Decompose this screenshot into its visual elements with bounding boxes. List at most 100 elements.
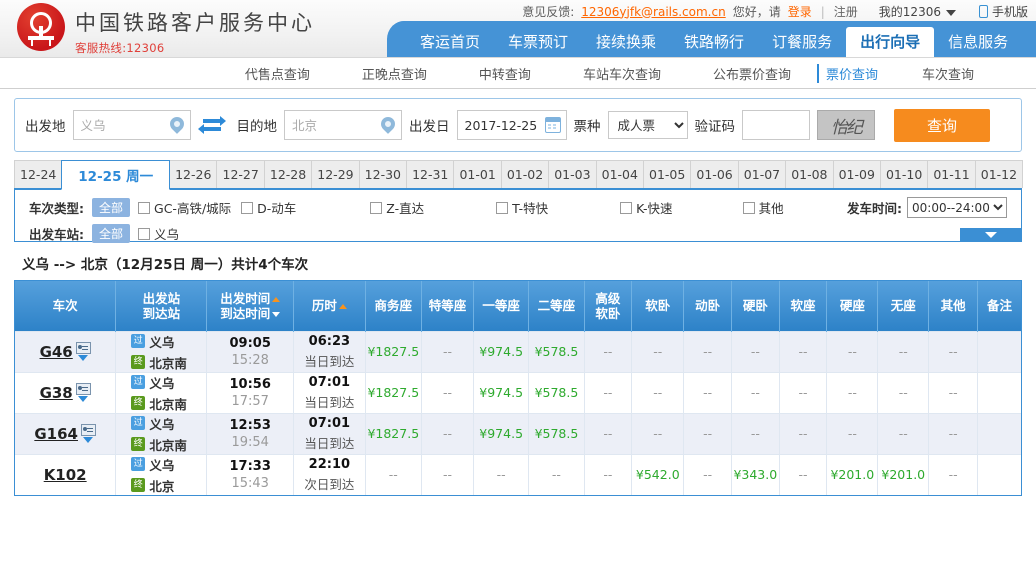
- subnav-item-6[interactable]: 车次查询: [896, 64, 1000, 83]
- swap-stations-button[interactable]: [197, 116, 226, 134]
- my12306-menu[interactable]: 我的12306: [879, 3, 956, 20]
- checkbox-icon[interactable]: [620, 201, 633, 214]
- to-station-field[interactable]: [284, 110, 402, 140]
- train-number-cell: G164: [15, 412, 116, 454]
- note-cell: [977, 412, 1021, 454]
- calendar-icon[interactable]: [544, 117, 561, 133]
- date-tab-16[interactable]: 01-09: [832, 160, 881, 188]
- date-tab-1[interactable]: 12-25 周一: [61, 160, 171, 190]
- date-tab-6[interactable]: 12-30: [358, 160, 408, 188]
- train-number-link[interactable]: G38: [40, 384, 73, 402]
- departure-time-select[interactable]: 00:00--24:0000:00--06:0006:00--12:0012:0…: [907, 197, 1007, 218]
- train-type-checkbox-3[interactable]: T-特快: [496, 198, 548, 217]
- fare-cell: --: [683, 412, 732, 454]
- depart-date-field[interactable]: [456, 110, 567, 140]
- feedback-email-link[interactable]: 12306yjfk@rails.com.cn: [581, 5, 725, 19]
- column-header-3[interactable]: 历时: [293, 281, 366, 331]
- checkbox-icon[interactable]: [742, 201, 755, 214]
- to-station-input[interactable]: [285, 111, 377, 139]
- id-card-icon[interactable]: [75, 342, 91, 354]
- date-tab-2[interactable]: 12-26: [169, 160, 218, 188]
- train-type-checkbox-5[interactable]: 其他: [742, 198, 784, 217]
- train-number-link[interactable]: K102: [44, 466, 87, 484]
- date-tab-14[interactable]: 01-07: [737, 160, 787, 188]
- date-tab-4[interactable]: 12-28: [263, 160, 313, 188]
- date-tab-11[interactable]: 01-04: [595, 160, 644, 188]
- subnav-item-3[interactable]: 车站车次查询: [557, 64, 687, 83]
- sort-desc-icon[interactable]: [272, 311, 281, 317]
- fare-cell: --: [730, 371, 780, 413]
- subnav-item-0[interactable]: 代售点查询: [219, 64, 336, 83]
- train-number-link[interactable]: G164: [34, 425, 78, 443]
- date-tab-19[interactable]: 01-12: [974, 160, 1024, 188]
- nav-item-5[interactable]: 出行向导: [846, 27, 935, 57]
- to-station-badge: 终: [131, 437, 146, 451]
- id-card-icon[interactable]: [75, 383, 91, 395]
- date-tab-10[interactable]: 01-03: [548, 160, 597, 188]
- checkbox-icon[interactable]: [241, 201, 254, 214]
- captcha-field[interactable]: [742, 110, 810, 140]
- column-header-14: 无座: [877, 281, 929, 331]
- train-type-checkbox-1[interactable]: D-动车: [241, 198, 296, 217]
- date-tab-15[interactable]: 01-08: [785, 160, 834, 188]
- nav-item-6[interactable]: 信息服务: [934, 27, 1022, 57]
- train-number-link[interactable]: G46: [40, 343, 73, 361]
- date-tab-13[interactable]: 01-06: [690, 160, 739, 188]
- depart-date-input[interactable]: [457, 111, 540, 139]
- checkbox-icon[interactable]: [138, 227, 151, 240]
- date-tab-12[interactable]: 01-05: [642, 160, 692, 188]
- subnav-item-1[interactable]: 正晚点查询: [336, 64, 453, 83]
- captcha-label: 验证码: [694, 119, 736, 135]
- train-type-checkbox-4[interactable]: K-快速: [620, 198, 673, 217]
- from-station-field[interactable]: [72, 110, 191, 140]
- query-button[interactable]: 查询: [894, 108, 990, 142]
- table-row: G38 过义乌终北京南 10:56 17:57 07:01 当日到达 ¥1827.5 -- ¥9…: [15, 371, 1021, 413]
- subnav-item-5[interactable]: 票价查询: [816, 63, 896, 83]
- collapse-filters-button[interactable]: [960, 228, 1022, 242]
- nav-item-4[interactable]: 订餐服务: [758, 27, 846, 57]
- date-tab-18[interactable]: 01-11: [927, 160, 976, 188]
- nav-item-3[interactable]: 铁路畅行: [670, 27, 758, 57]
- train-type-checkbox-2[interactable]: Z-直达: [370, 198, 424, 217]
- fare-cell: ¥974.5: [473, 330, 529, 372]
- expand-caret-icon[interactable]: [83, 437, 94, 443]
- captcha-input[interactable]: [743, 111, 805, 139]
- subnav-item-4[interactable]: 公布票价查询: [687, 64, 817, 83]
- login-link[interactable]: 登录: [788, 3, 812, 20]
- checkbox-icon[interactable]: [370, 201, 383, 214]
- checkbox-icon[interactable]: [138, 201, 151, 214]
- captcha-image[interactable]: 怡纪: [817, 110, 875, 140]
- date-tab-9[interactable]: 01-02: [500, 160, 550, 188]
- date-tab-0[interactable]: 12-24: [14, 160, 63, 188]
- nav-item-2[interactable]: 接续换乘: [582, 27, 670, 57]
- nav-item-0[interactable]: 客运首页: [406, 27, 494, 57]
- expand-caret-icon[interactable]: [78, 355, 89, 361]
- expand-caret-icon[interactable]: [78, 396, 89, 402]
- id-card-icon[interactable]: [80, 424, 96, 436]
- train-type-checkbox-0[interactable]: GC-高铁/城际: [138, 198, 231, 217]
- sort-asc-icon[interactable]: [338, 304, 347, 310]
- register-link[interactable]: 注册: [834, 3, 858, 20]
- date-tab-8[interactable]: 01-01: [453, 160, 502, 188]
- column-header-2[interactable]: 出发时间 到达时间: [206, 281, 294, 331]
- mobile-version-link[interactable]: 手机版: [978, 3, 1028, 20]
- departure-station-all-button[interactable]: 全部: [92, 224, 131, 243]
- train-type-all-button[interactable]: 全部: [92, 198, 131, 217]
- date-tab-5[interactable]: 12-29: [311, 160, 360, 188]
- date-tab-17[interactable]: 01-10: [879, 160, 929, 188]
- nav-item-1[interactable]: 车票预订: [494, 27, 582, 57]
- checkbox-icon[interactable]: [496, 201, 509, 214]
- subnav-item-2[interactable]: 中转查询: [453, 64, 557, 83]
- station-checkbox-0[interactable]: 义乌: [138, 224, 179, 243]
- from-station-input[interactable]: [73, 111, 166, 139]
- fare-price: ¥578.5: [534, 344, 579, 359]
- date-tab-7[interactable]: 12-31: [406, 160, 455, 188]
- fare-unavailable: --: [603, 426, 613, 441]
- fare-cell: --: [583, 371, 632, 413]
- fare-price: ¥1827.5: [367, 385, 420, 400]
- date-tab-3[interactable]: 12-27: [216, 160, 265, 188]
- column-header-label: 其他: [940, 298, 966, 314]
- sort-asc-icon[interactable]: [272, 296, 281, 302]
- site-logo[interactable]: 中国铁路客户服务中心 客服热线:12306: [17, 3, 315, 56]
- ticket-type-select[interactable]: 成人票学生票: [607, 111, 688, 139]
